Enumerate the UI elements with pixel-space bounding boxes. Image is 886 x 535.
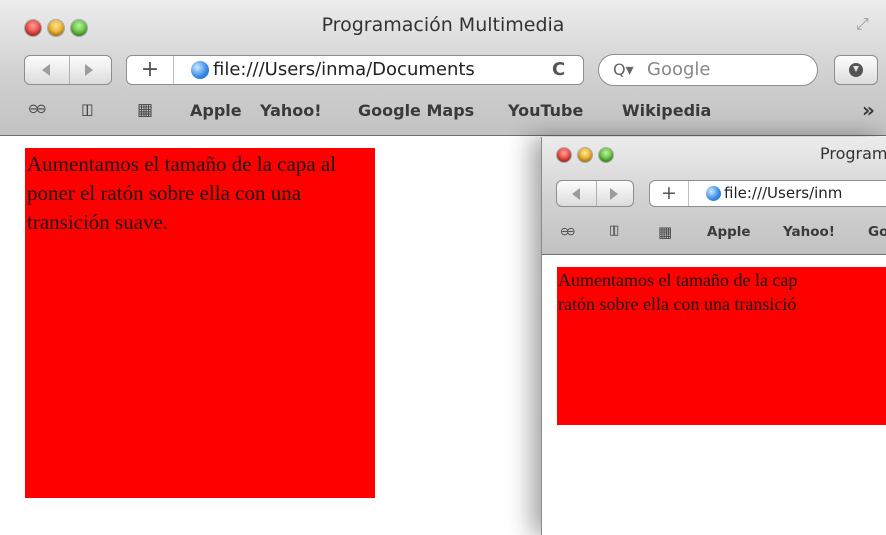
minimize-window-button[interactable] bbox=[578, 148, 592, 162]
address-bar[interactable]: + file:///Users/inm bbox=[649, 180, 886, 207]
bookmark-google-maps[interactable]: Go bbox=[868, 224, 886, 240]
hover-layer-expanded[interactable]: Aumentamos el tamaño de la cap ratón sob… bbox=[557, 267, 886, 425]
bookmark-google-maps[interactable]: Google Maps bbox=[358, 101, 474, 120]
browser-chrome: Program + file:///Users/inm ⊖⊖ ▯▯ ▦ Appl… bbox=[542, 137, 886, 255]
top-sites-icon[interactable]: ▦ bbox=[137, 100, 153, 120]
bookmarks-book-icon[interactable]: ▯▯ bbox=[81, 100, 93, 118]
bookmark-yahoo[interactable]: Yahoo! bbox=[783, 224, 835, 240]
back-arrow-icon bbox=[42, 64, 50, 76]
window-title: Programación Multimedia bbox=[321, 14, 565, 36]
back-forward-button-group bbox=[24, 55, 112, 85]
bookmark-youtube[interactable]: YouTube bbox=[508, 101, 583, 120]
url-text: file:///Users/inma/Documents bbox=[213, 59, 475, 80]
back-arrow-icon bbox=[572, 188, 580, 200]
forward-arrow-icon bbox=[85, 64, 93, 76]
bookmark-yahoo[interactable]: Yahoo! bbox=[260, 101, 322, 120]
layer-text: Aumentamos el tamaño de la capa al poner… bbox=[27, 152, 337, 234]
hover-layer[interactable]: Aumentamos el tamaño de la capa al poner… bbox=[25, 148, 375, 498]
browser-window-expanded: Program + file:///Users/inm ⊖⊖ ▯▯ ▦ Appl… bbox=[541, 137, 886, 535]
zoom-window-button[interactable] bbox=[599, 148, 613, 162]
add-bookmark-icon[interactable]: + bbox=[650, 181, 689, 206]
back-button[interactable] bbox=[557, 181, 597, 206]
fullscreen-icon[interactable]: ⤢ bbox=[856, 14, 876, 33]
url-fade bbox=[507, 56, 547, 84]
search-icon: Q▾ bbox=[613, 60, 634, 79]
add-bookmark-icon[interactable]: + bbox=[127, 56, 174, 84]
window-title: Program bbox=[820, 144, 886, 163]
reload-icon[interactable]: C bbox=[552, 59, 565, 80]
top-sites-icon[interactable]: ▦ bbox=[658, 223, 672, 241]
search-placeholder: Google bbox=[647, 59, 711, 80]
reading-list-icon[interactable]: ⊖⊖ bbox=[28, 102, 47, 117]
forward-button[interactable] bbox=[595, 181, 633, 206]
bookmark-apple[interactable]: Apple bbox=[190, 101, 242, 120]
bookmark-apple[interactable]: Apple bbox=[707, 224, 751, 240]
reading-list-icon[interactable]: ⊖⊖ bbox=[560, 225, 576, 238]
url-text: file:///Users/inm bbox=[724, 184, 843, 202]
bookmark-wikipedia[interactable]: Wikipedia bbox=[622, 101, 711, 120]
back-forward-button-group bbox=[556, 180, 634, 207]
globe-icon bbox=[706, 186, 721, 201]
close-window-button[interactable] bbox=[557, 148, 571, 162]
address-bar[interactable]: + file:///Users/inma/Documents C bbox=[126, 55, 584, 85]
bookmarks-book-icon[interactable]: ▯▯ bbox=[609, 223, 620, 238]
layer-text-line-1: Aumentamos el tamaño de la cap bbox=[558, 270, 798, 290]
download-icon bbox=[849, 63, 863, 77]
forward-arrow-icon bbox=[610, 188, 618, 200]
downloads-button[interactable] bbox=[834, 55, 878, 85]
browser-chrome: Programación Multimedia ⤢ + file:///User… bbox=[0, 0, 886, 136]
back-button[interactable] bbox=[25, 56, 70, 84]
globe-icon bbox=[191, 61, 209, 79]
bookmarks-overflow-button[interactable]: » bbox=[862, 98, 875, 122]
search-field[interactable]: Q▾ Google bbox=[598, 54, 818, 86]
forward-button[interactable] bbox=[68, 56, 111, 84]
layer-text-line-2: ratón sobre ella con una transició bbox=[558, 294, 797, 314]
